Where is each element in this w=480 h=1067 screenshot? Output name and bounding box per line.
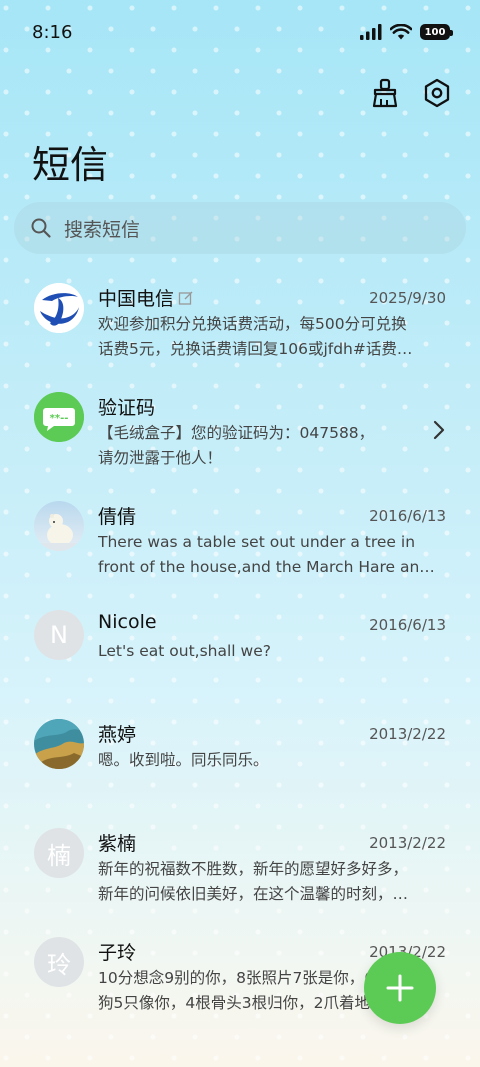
page-title: 短信 <box>32 143 109 187</box>
message-preview: 新年的祝福数不胜数，新年的愿望好多好多， 新年的问候依旧美好，在这个温馨的时刻，… <box>98 857 446 907</box>
conversation-item[interactable]: N Nicole 2016/6/13 Let's eat out,shall w… <box>0 595 480 704</box>
signal-icon <box>360 24 382 40</box>
contact-name: 验证码 <box>98 393 155 420</box>
status-time: 8:16 <box>32 22 73 43</box>
preview-line: 新年的问候依旧美好，在这个温馨的时刻，… <box>98 885 409 903</box>
conversation-item[interactable]: 倩倩 2016/6/13 There was a table set out u… <box>0 486 480 595</box>
message-date: 2016/6/13 <box>369 616 446 634</box>
wifi-icon <box>390 24 412 40</box>
svg-text:**--: **-- <box>50 413 69 424</box>
message-preview: Let's eat out,shall we? <box>98 639 446 664</box>
preview-line: Let's eat out,shall we? <box>98 642 271 660</box>
preview-line: 话费5元，兑换话费请回复106或jfdh#话费… <box>98 340 413 358</box>
edit-icon <box>178 291 193 305</box>
preview-line: front of the house,and the March Hare an… <box>98 558 435 576</box>
avatar: 楠 <box>34 828 84 878</box>
contact-name-text: Nicole <box>98 611 157 633</box>
china-telecom-logo-icon <box>34 283 84 333</box>
contact-name-text: 验证码 <box>98 397 156 419</box>
preview-line: 嗯。收到啦。同乐同乐。 <box>98 751 269 769</box>
status-bar: 8:16 100 <box>0 0 480 68</box>
conversation-item[interactable]: 楠 紫楠 2013/2/22 新年的祝福数不胜数，新年的愿望好多好多， 新年的问… <box>0 813 480 922</box>
avatar: N <box>34 610 84 660</box>
preview-line: 欢迎参加积分兑换话费活动，每500分可兑换 <box>98 315 407 333</box>
settings-hexagon-icon <box>424 78 450 108</box>
preview-line: 新年的祝福数不胜数，新年的愿望好多好多， <box>98 860 409 878</box>
contact-name: 子玲 <box>98 938 136 965</box>
contact-name-text: 倩倩 <box>98 506 137 528</box>
conversation-list: 中国电信 2025/9/30 欢迎参加积分兑换话费活动，每500分可兑换 话费5… <box>0 268 480 1031</box>
new-message-button[interactable] <box>364 952 436 1024</box>
broom-icon <box>372 78 398 108</box>
contact-name: 倩倩 <box>98 502 136 529</box>
contact-name-text: 子玲 <box>98 942 137 964</box>
message-preview: 【毛绒盒子】您的验证码为：047588， 请勿泄露于他人！ <box>98 421 418 471</box>
message-preview: 欢迎参加积分兑换话费活动，每500分可兑换 话费5元，兑换话费请回复106或jf… <box>98 312 446 362</box>
avatar: 玲 <box>34 937 84 987</box>
battery-icon: 100 <box>420 24 453 40</box>
preview-line: There was a table set out under a tree i… <box>98 533 416 551</box>
chevron-right-icon[interactable] <box>432 420 446 440</box>
clean-button[interactable] <box>368 76 402 110</box>
contact-name: 燕婷 <box>98 720 136 747</box>
message-preview: 嗯。收到啦。同乐同乐。 <box>98 748 446 773</box>
search-bar[interactable]: 搜索短信 <box>14 202 466 254</box>
message-date: 2016/6/13 <box>369 507 446 525</box>
contact-name-text: 中国电信 <box>98 288 175 310</box>
preview-line: 请勿泄露于他人！ <box>98 449 223 467</box>
message-date: 2013/2/22 <box>369 725 446 743</box>
contact-name: 中国电信 <box>98 284 194 311</box>
contact-name-text: 燕婷 <box>98 724 137 746</box>
landscape-avatar <box>34 719 84 769</box>
preview-line: 【毛绒盒子】您的验证码为：047588， <box>98 424 375 442</box>
top-actions <box>368 76 454 110</box>
conversation-item[interactable]: 中国电信 2025/9/30 欢迎参加积分兑换话费活动，每500分可兑换 话费5… <box>0 268 480 377</box>
contact-name-text: 紫楠 <box>98 833 137 855</box>
message-preview: There was a table set out under a tree i… <box>98 530 446 580</box>
search-icon <box>31 218 51 238</box>
settings-button[interactable] <box>420 76 454 110</box>
message-date: 2025/9/30 <box>369 289 446 307</box>
status-icons: 100 <box>360 24 453 40</box>
verification-code-icon: **-- <box>34 392 84 442</box>
conversation-item[interactable]: 燕婷 2013/2/22 嗯。收到啦。同乐同乐。 <box>0 704 480 813</box>
polar-bear-avatar <box>34 501 84 551</box>
contact-name: 紫楠 <box>98 829 136 856</box>
search-placeholder: 搜索短信 <box>64 218 141 241</box>
plus-icon <box>386 974 414 1002</box>
contact-name: Nicole <box>98 611 157 633</box>
message-date: 2013/2/22 <box>369 834 446 852</box>
conversation-item[interactable]: **-- 验证码 【毛绒盒子】您的验证码为：047588， 请勿泄露于他人！ <box>0 377 480 486</box>
